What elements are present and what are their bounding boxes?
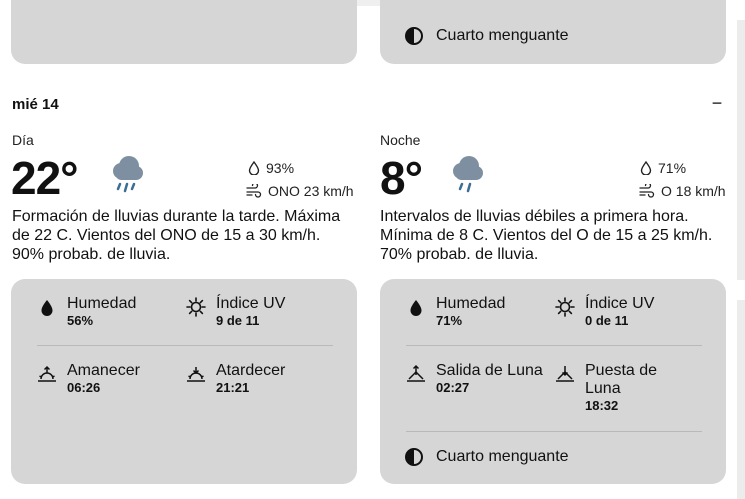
humidity-value: 71% [436,313,463,328]
sunrise-stat: Amanecer 06:26 [37,362,140,396]
night-description: Intervalos de lluvias débiles a primera … [380,208,713,263]
night-humidity: 71% [640,160,686,176]
moonset-stat: Puesta de Luna 18:32 [555,362,675,414]
day-wind-value: ONO 23 km/h [268,183,354,199]
sunrise-icon [38,365,56,382]
sun-uv-icon [186,297,206,317]
moonrise-value: 02:27 [436,380,470,395]
wind-icon [246,184,262,198]
night-temperature: 8° [380,152,423,204]
detail-divider [406,345,702,346]
moonset-icon [556,366,574,382]
detail-divider [406,431,702,432]
previous-night-detail-card: Cuarto menguante [380,0,726,64]
sunrise-label: Amanecer [67,362,140,379]
drop-icon [640,161,652,175]
moon-phase-label: Cuarto menguante [436,27,569,44]
moonset-label: Puesta de Luna [585,362,658,397]
night-humidity-stat: Humedad 71% [406,295,505,329]
moonrise-icon [407,364,425,382]
day-wind: ONO 23 km/h [246,183,354,199]
moon-phase-label: Cuarto menguante [436,448,569,465]
night-humidity-value: 71% [658,160,687,176]
night-wind: O 18 km/h [639,183,726,199]
drop-icon [41,300,53,316]
day-humidity-value: 93% [266,160,295,176]
sunset-label: Atardecer [216,362,286,379]
sunset-icon [187,367,205,382]
previous-day-detail-card [11,0,357,64]
day-temperature: 22° [11,152,79,204]
moonset-value: 18:32 [585,398,619,413]
day-period-label: Día [12,132,34,148]
uv-value: 9 de 11 [216,313,260,328]
sunrise-value: 06:26 [67,380,101,395]
moonrise-label: Salida de Luna [436,362,543,379]
humidity-value: 56% [67,313,94,328]
day-description: Formación de lluvias durante la tarde. M… [12,208,341,263]
day-title: mié 14 [12,96,59,113]
sun-uv-icon [555,297,575,317]
drop-icon [248,161,260,175]
previous-moon-phase-row: Cuarto menguante [404,26,569,46]
night-detail-card: Humedad 71% Índice UV 0 de 11 Salida de … [380,279,726,484]
detail-divider [37,345,333,346]
day-uv-stat: Índice UV 9 de 11 [186,295,285,329]
moon-phase-icon [405,448,423,466]
humidity-label: Humedad [67,295,137,312]
night-period-label: Noche [380,132,421,148]
moon-phase-row: Cuarto menguante [404,447,569,467]
humidity-label: Humedad [436,295,506,312]
scrollbar-track[interactable] [737,20,745,280]
drop-icon [410,300,422,316]
day-detail-card: Humedad 56% Índice UV 9 de 11 Amanecer 0… [11,279,357,484]
moonrise-stat: Salida de Luna 02:27 [406,362,543,396]
wind-icon [639,184,655,198]
collapse-button[interactable]: − [709,94,725,112]
scrollbar-track-lower[interactable] [737,300,745,499]
uv-value: 0 de 11 [585,313,629,328]
uv-label: Índice UV [216,295,286,312]
night-wind-value: O 18 km/h [661,183,726,199]
day-humidity: 93% [248,160,294,176]
night-uv-stat: Índice UV 0 de 11 [555,295,654,329]
sunset-stat: Atardecer 21:21 [186,362,285,396]
sunset-value: 21:21 [216,380,250,395]
moon-phase-icon [405,27,423,45]
uv-label: Índice UV [585,295,655,312]
day-humidity-stat: Humedad 56% [37,295,136,329]
rain-cloud-icon [113,156,143,193]
rain-cloud-icon [453,156,483,193]
